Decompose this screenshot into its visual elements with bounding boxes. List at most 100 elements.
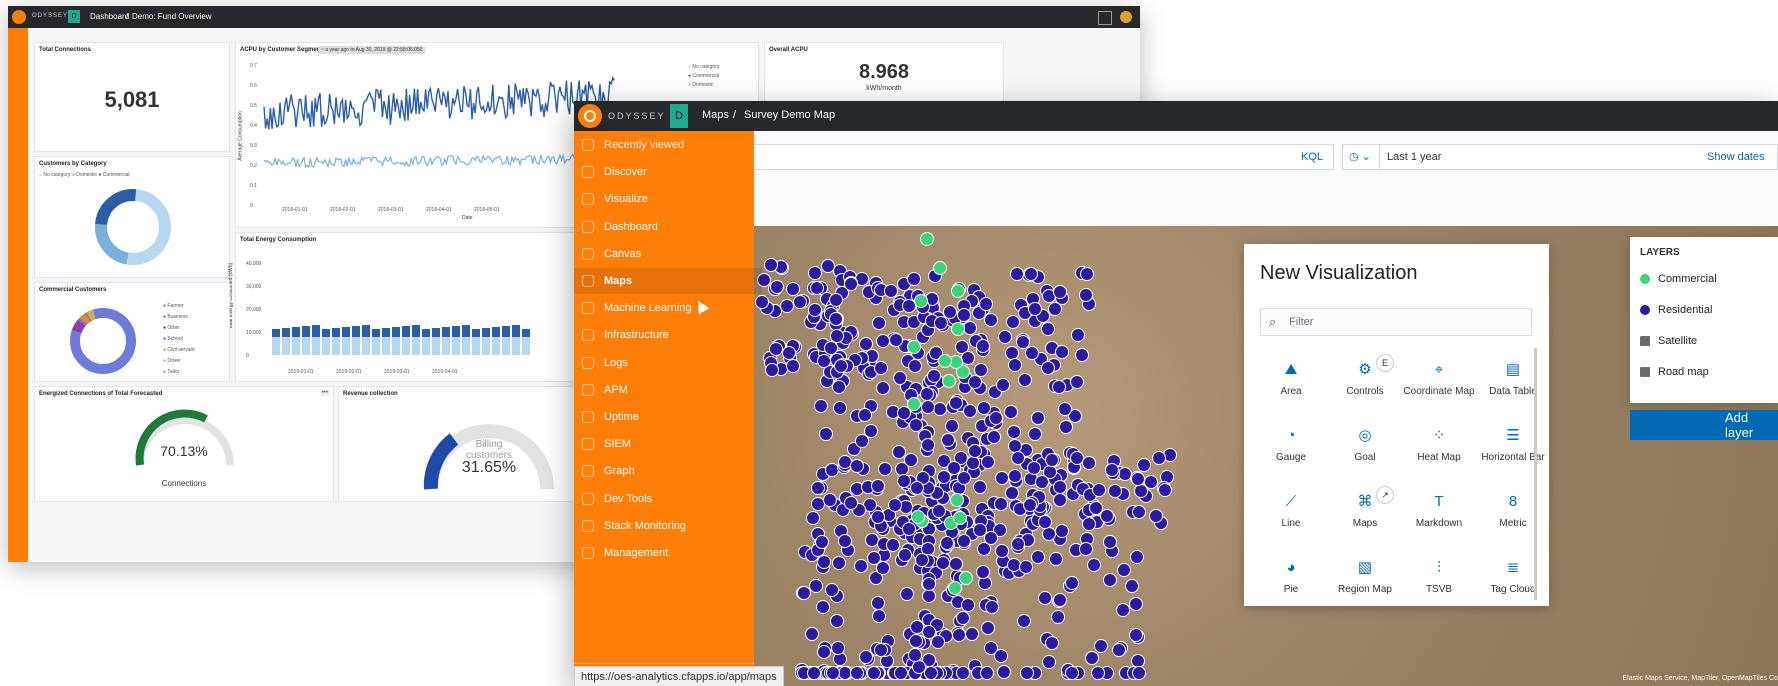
residential-marker[interactable]: [914, 553, 929, 568]
scrollbar[interactable]: [1534, 348, 1537, 600]
residential-marker[interactable]: [830, 641, 845, 656]
residential-marker[interactable]: [1047, 302, 1062, 317]
legend-item[interactable]: ● No category: [688, 63, 719, 72]
residential-marker[interactable]: [909, 480, 924, 495]
residential-marker[interactable]: [1085, 651, 1099, 666]
residential-marker[interactable]: [900, 587, 915, 602]
residential-marker[interactable]: [963, 320, 978, 335]
commercial-marker[interactable]: [958, 571, 973, 586]
nav-item-stack-monitoring[interactable]: Stack Monitoring: [582, 513, 752, 539]
residential-marker[interactable]: [763, 258, 778, 273]
residential-marker[interactable]: [908, 358, 923, 373]
residential-marker[interactable]: [1037, 590, 1052, 605]
residential-marker[interactable]: [1071, 327, 1086, 342]
residential-marker[interactable]: [1116, 602, 1131, 617]
residential-marker[interactable]: [994, 544, 1009, 559]
residential-marker[interactable]: [814, 398, 829, 413]
residential-marker[interactable]: [1027, 426, 1042, 441]
residential-marker[interactable]: [866, 666, 881, 680]
panel-options-icon[interactable]: •••: [319, 390, 330, 396]
residential-marker[interactable]: [897, 548, 912, 563]
viz-tile-coordinate-map[interactable]: ⌖ Coordinate Map: [1402, 350, 1476, 412]
residential-marker[interactable]: [871, 316, 886, 331]
residential-marker[interactable]: [1132, 666, 1147, 680]
viz-tile-tsvb[interactable]: ⫶ TSVB: [1402, 548, 1476, 610]
commercial-marker[interactable]: [950, 284, 965, 299]
residential-marker[interactable]: [1040, 322, 1055, 337]
residential-marker[interactable]: [923, 666, 938, 680]
clock-icon[interactable]: ◷ ⌄: [1349, 150, 1371, 163]
residential-marker[interactable]: [981, 455, 996, 470]
nav-item-canvas[interactable]: Canvas: [582, 241, 752, 267]
residential-marker[interactable]: [980, 666, 995, 680]
residential-marker[interactable]: [1111, 642, 1126, 657]
residential-marker[interactable]: [1055, 344, 1070, 359]
residential-marker[interactable]: [1130, 549, 1145, 564]
map-attribution[interactable]: Elastic Maps Service, MapTiler, OpenMapT…: [1623, 675, 1778, 682]
residential-marker[interactable]: [994, 497, 1009, 512]
residential-marker[interactable]: [981, 620, 996, 635]
viz-tile-metric[interactable]: 8 Metric: [1476, 482, 1550, 544]
residential-marker[interactable]: [1087, 557, 1102, 572]
legend-item[interactable]: ● Tailor: [163, 367, 195, 378]
space-avatar[interactable]: D: [68, 10, 80, 23]
residential-marker[interactable]: [967, 443, 982, 458]
query-input[interactable]: KQL: [754, 144, 1334, 170]
residential-marker[interactable]: [994, 470, 1009, 485]
residential-marker[interactable]: [948, 556, 963, 571]
residential-marker[interactable]: [993, 649, 1008, 664]
commercial-marker[interactable]: [948, 581, 963, 596]
residential-marker[interactable]: [876, 334, 891, 349]
residential-marker[interactable]: [975, 339, 990, 354]
residential-marker[interactable]: [817, 645, 832, 660]
user-avatar[interactable]: [1120, 11, 1132, 23]
residential-marker[interactable]: [1105, 462, 1120, 477]
residential-marker[interactable]: [936, 556, 950, 571]
residential-marker[interactable]: [1030, 549, 1045, 564]
nav-item-siem[interactable]: SIEM: [582, 431, 752, 457]
residential-marker[interactable]: [820, 258, 835, 273]
residential-marker[interactable]: [1053, 493, 1068, 508]
viz-tile-region-map[interactable]: ▧ Region Map: [1328, 548, 1402, 610]
residential-marker[interactable]: [779, 298, 794, 313]
residential-marker[interactable]: [907, 648, 922, 662]
residential-marker[interactable]: [874, 360, 889, 375]
residential-marker[interactable]: [1157, 482, 1172, 497]
residential-marker[interactable]: [1052, 284, 1067, 299]
residential-marker[interactable]: [870, 595, 885, 610]
residential-marker[interactable]: [844, 276, 859, 291]
residential-marker[interactable]: [1074, 347, 1089, 362]
residential-marker[interactable]: [786, 359, 800, 374]
viz-tile-horizontal-bar[interactable]: ☰ Horizontal Bar: [1476, 416, 1550, 478]
residential-marker[interactable]: [1016, 334, 1031, 349]
space-avatar[interactable]: D: [670, 104, 688, 128]
residential-marker[interactable]: [988, 410, 1003, 425]
residential-marker[interactable]: [1044, 453, 1059, 468]
residential-marker[interactable]: [863, 423, 878, 438]
residential-marker[interactable]: [1094, 639, 1109, 654]
nav-item-maps[interactable]: Maps: [574, 268, 762, 294]
residential-marker[interactable]: [824, 340, 839, 355]
residential-marker[interactable]: [1079, 541, 1094, 556]
commercial-marker[interactable]: [920, 231, 935, 246]
residential-marker[interactable]: [995, 377, 1010, 392]
residential-marker[interactable]: [1070, 451, 1085, 466]
residential-marker[interactable]: [1081, 517, 1096, 532]
residential-marker[interactable]: [984, 599, 999, 614]
residential-marker[interactable]: [770, 280, 785, 295]
residential-marker[interactable]: [1131, 504, 1146, 519]
residential-marker[interactable]: [1034, 475, 1049, 490]
residential-marker[interactable]: [872, 608, 887, 623]
residential-marker[interactable]: [1064, 666, 1079, 680]
viz-tile-controls[interactable]: ⚙ Controls E: [1328, 350, 1402, 412]
residential-marker[interactable]: [906, 272, 921, 287]
residential-marker[interactable]: [844, 495, 859, 510]
residential-marker[interactable]: [921, 589, 936, 604]
residential-marker[interactable]: [792, 294, 807, 309]
nav-item-infrastructure[interactable]: Infrastructure: [582, 322, 752, 348]
legend-item[interactable]: ● Farmer: [163, 301, 195, 312]
layer-satellite[interactable]: Satellite: [1640, 335, 1697, 347]
commercial-marker[interactable]: [913, 294, 928, 309]
legend-item[interactable]: ● Domestic: [688, 81, 719, 90]
residential-marker[interactable]: [832, 379, 847, 394]
